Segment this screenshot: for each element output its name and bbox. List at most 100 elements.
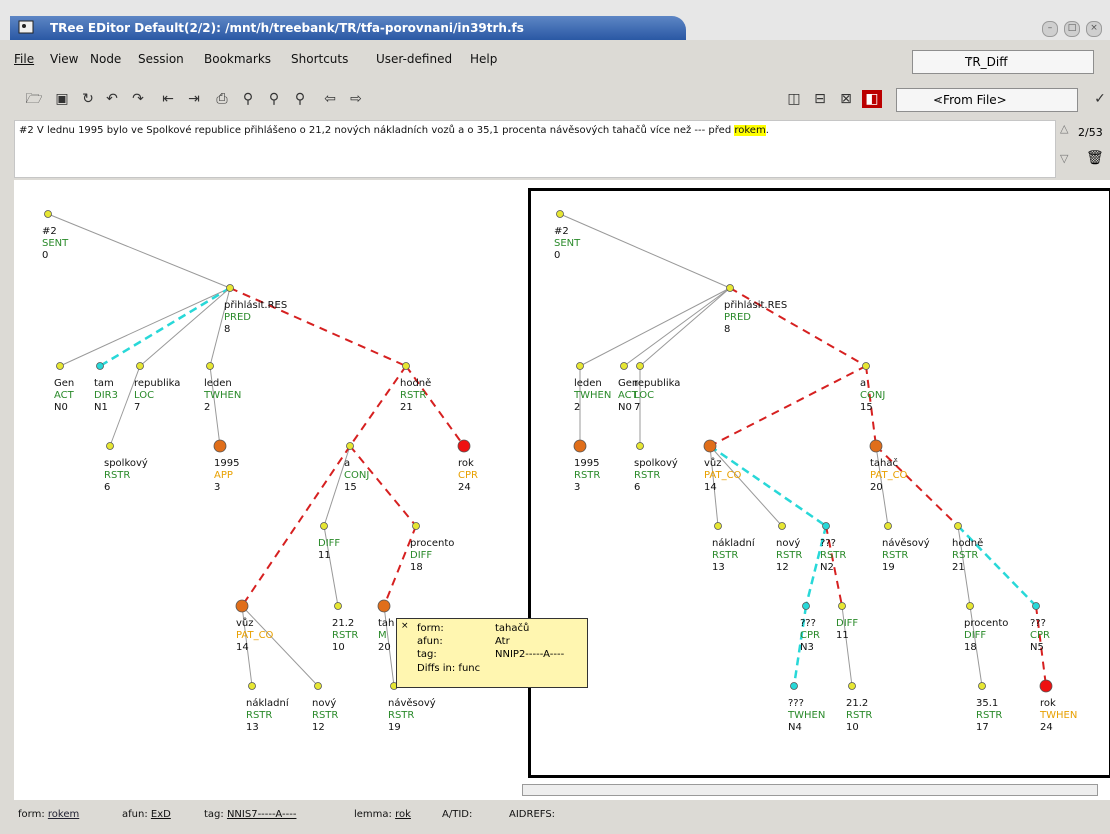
left-node-gen[interactable] <box>56 362 64 370</box>
first-tree-icon[interactable]: ⇤ <box>158 90 178 108</box>
right-node-q4[interactable] <box>790 682 798 690</box>
left-node-hodne[interactable] <box>402 362 410 370</box>
split-vertical-icon[interactable]: ◫ <box>784 90 804 108</box>
right-node-spolkovy[interactable] <box>636 442 644 450</box>
up-arrow-icon[interactable]: △ <box>1060 122 1068 135</box>
search-icon[interactable]: ⚲ <box>238 90 258 108</box>
menu-node[interactable]: Node <box>90 52 121 66</box>
right-tree-edge <box>579 287 731 367</box>
right-node-root[interactable] <box>556 210 564 218</box>
status-afun-label: afun: <box>122 809 148 820</box>
menu-view[interactable]: View <box>50 52 78 66</box>
split-horizontal-icon[interactable]: ⊟ <box>810 90 830 108</box>
left-node-label-spolkovy-2: 6 <box>104 482 110 493</box>
right-node-navesovy[interactable] <box>884 522 892 530</box>
menu-bookmarks[interactable]: Bookmarks <box>204 52 271 66</box>
right-node-a[interactable] <box>862 362 870 370</box>
right-node-novy[interactable] <box>778 522 786 530</box>
down-arrow-icon[interactable]: ▽ <box>1060 152 1068 165</box>
left-node-label-gen-0: Gen <box>54 378 74 389</box>
trash-icon[interactable]: 🗑 <box>1086 150 1104 166</box>
status-form-value[interactable]: rokem <box>48 809 79 820</box>
tree-counter: 2/53 <box>1078 126 1103 139</box>
status-tag-value[interactable]: NNIS7-----A---- <box>227 809 297 820</box>
right-node-label-spolkovy-2: 6 <box>634 482 640 493</box>
menu-file[interactable]: File <box>14 52 34 66</box>
menu-shortcuts[interactable]: Shortcuts <box>291 52 348 66</box>
scrollbar-track[interactable] <box>522 784 1098 796</box>
left-node-tam[interactable] <box>96 362 104 370</box>
right-node-republika[interactable] <box>636 362 644 370</box>
left-node-n212[interactable] <box>334 602 342 610</box>
window-close-icon[interactable]: ⊠ <box>836 90 856 108</box>
right-node-n351[interactable] <box>978 682 986 690</box>
right-node-n1995[interactable] <box>573 439 587 453</box>
close-icon[interactable]: × <box>1086 21 1102 37</box>
left-node-rok[interactable] <box>457 439 471 453</box>
save-icon[interactable]: ▣ <box>52 90 72 108</box>
undo-icon[interactable]: ↶ <box>102 90 122 108</box>
open-icon[interactable]: 🗁 <box>24 90 44 108</box>
check-icon[interactable]: ✓ <box>1090 90 1110 108</box>
left-node-novy[interactable] <box>314 682 322 690</box>
right-node-nakladni[interactable] <box>714 522 722 530</box>
redo-icon[interactable]: ↷ <box>128 90 148 108</box>
left-node-republika[interactable] <box>136 362 144 370</box>
horizontal-scrollbar[interactable] <box>14 782 1110 798</box>
right-node-hodne[interactable] <box>954 522 962 530</box>
search-next-icon[interactable]: ⚲ <box>264 90 284 108</box>
left-node-label-procento-0: procento <box>410 538 454 549</box>
right-node-label-n351-0: 35.1 <box>976 698 998 709</box>
right-node-q3[interactable] <box>1032 602 1040 610</box>
left-node-tahac[interactable] <box>377 599 391 613</box>
trees-svg[interactable]: #2SENT0přihlásit.RESPRED8GenACTN0tamDIR3… <box>14 180 1110 800</box>
print-icon[interactable]: ⎙ <box>212 90 232 108</box>
right-node-q1[interactable] <box>822 522 830 530</box>
right-node-q2[interactable] <box>802 602 810 610</box>
profile-select[interactable]: TR_Diff ⌄ <box>912 49 1094 74</box>
right-node-n212[interactable] <box>848 682 856 690</box>
left-node-procento[interactable] <box>412 522 420 530</box>
minimize-icon[interactable]: – <box>1042 21 1058 37</box>
reload-icon[interactable]: ↻ <box>78 90 98 108</box>
last-tree-icon[interactable]: ⇥ <box>184 90 204 108</box>
right-node-leden[interactable] <box>576 362 584 370</box>
menu-user-defined[interactable]: User-defined <box>376 52 452 66</box>
tree-canvas[interactable]: #2 SENT 0 přihlásit.RES PRED 8 Gen ACT N0 tam DIR3… <box>14 180 1110 800</box>
mode-icon[interactable]: ◧ <box>862 90 882 108</box>
right-node-label-a-0: a <box>860 378 866 389</box>
sentence-highlight[interactable]: rokem <box>734 125 766 136</box>
left-node-diff[interactable] <box>320 522 328 530</box>
status-atid: A/TID: <box>442 809 473 820</box>
left-node-n1995[interactable] <box>213 439 227 453</box>
search-prev-icon[interactable]: ⚲ <box>290 90 310 108</box>
prev-tree-icon[interactable]: ⇦ <box>320 90 340 108</box>
left-node-root[interactable] <box>44 210 52 218</box>
right-node-vuz[interactable] <box>703 439 717 453</box>
status-lemma-value[interactable]: rok <box>395 809 411 820</box>
right-node-diff[interactable] <box>838 602 846 610</box>
left-node-label-leden-1: TWHEN <box>203 390 241 401</box>
status-afun-value[interactable]: ExD <box>151 809 171 820</box>
right-node-gen[interactable] <box>620 362 628 370</box>
left-node-a[interactable] <box>346 442 354 450</box>
right-node-label-nakladni-1: RSTR <box>712 550 738 561</box>
menu-session[interactable]: Session <box>138 52 184 66</box>
left-node-label-leden-0: leden <box>204 378 232 389</box>
right-node-tahac[interactable] <box>869 439 883 453</box>
chevron-down-icon: ⌄ <box>965 49 976 63</box>
left-node-label-republika-2: 7 <box>134 402 140 413</box>
menu-help[interactable]: Help <box>470 52 497 66</box>
maximize-icon[interactable]: □ <box>1064 21 1080 37</box>
stylesheet-select[interactable]: <From File> ⌄ <box>896 88 1078 112</box>
right-node-prihlasit[interactable] <box>726 284 734 292</box>
left-node-prihlasit[interactable] <box>226 284 234 292</box>
left-node-leden[interactable] <box>206 362 214 370</box>
close-icon[interactable]: × <box>401 621 409 631</box>
left-node-vuz[interactable] <box>235 599 249 613</box>
left-node-nakladni[interactable] <box>248 682 256 690</box>
left-node-spolkovy[interactable] <box>106 442 114 450</box>
next-tree-icon[interactable]: ⇨ <box>346 90 366 108</box>
right-node-rok[interactable] <box>1039 679 1053 693</box>
right-node-procento[interactable] <box>966 602 974 610</box>
